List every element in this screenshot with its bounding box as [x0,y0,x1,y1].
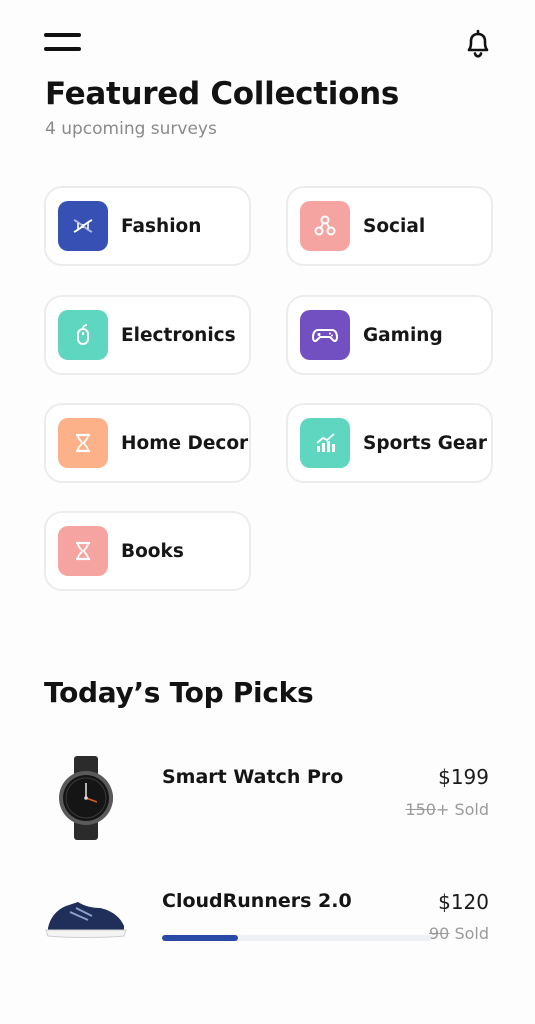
collection-card-fashion[interactable]: Fashion [44,186,251,266]
top-bar [0,0,535,80]
bell-icon[interactable] [460,26,496,62]
collection-label: Books [121,540,184,562]
collection-label: Home Decor [121,432,249,454]
collection-card-electronics[interactable]: Electronics [44,295,251,375]
product-price: $120 [438,890,489,914]
product-sold-count: 150+ Sold [405,800,489,819]
page-title: Featured Collections [45,76,400,112]
collection-card-books[interactable]: Books [44,511,251,591]
gamepad-icon [300,310,350,360]
running-shoe-image [44,872,128,956]
collection-card-sports-gear[interactable]: Sports Gear [286,403,493,483]
smart-watch-image [44,756,128,840]
section-title-top-picks: Today’s Top Picks [44,676,314,709]
product-item-cloudrunners[interactable]: CloudRunners 2.0 $120 90 Sold [0,872,535,982]
product-name: Smart Watch Pro [162,766,344,788]
hourglass-icon [58,418,108,468]
collection-card-home-decor[interactable]: Home Decor [44,403,251,483]
product-name: CloudRunners 2.0 [162,890,352,912]
collection-label: Social [363,215,426,237]
sales-progress-fill [162,935,238,941]
hourglass-icon [58,526,108,576]
collection-card-gaming[interactable]: Gaming [286,295,493,375]
product-sold-count: 90 Sold [429,924,489,943]
bar-chart-icon [300,418,350,468]
collection-card-social[interactable]: Social [286,186,493,266]
collection-label: Fashion [121,215,202,237]
page-subtitle: 4 upcoming surveys [45,119,217,139]
mouse-icon [58,310,108,360]
hamburger-menu-icon[interactable] [44,33,82,55]
sales-progress-bar [162,935,432,941]
network-icon [300,201,350,251]
collection-label: Sports Gear [363,432,488,454]
dna-icon [58,201,108,251]
collection-label: Electronics [121,324,236,346]
collection-label: Gaming [363,324,443,346]
product-item-smart-watch[interactable]: Smart Watch Pro $199 150+ Sold [0,748,535,858]
product-price: $199 [438,765,489,789]
